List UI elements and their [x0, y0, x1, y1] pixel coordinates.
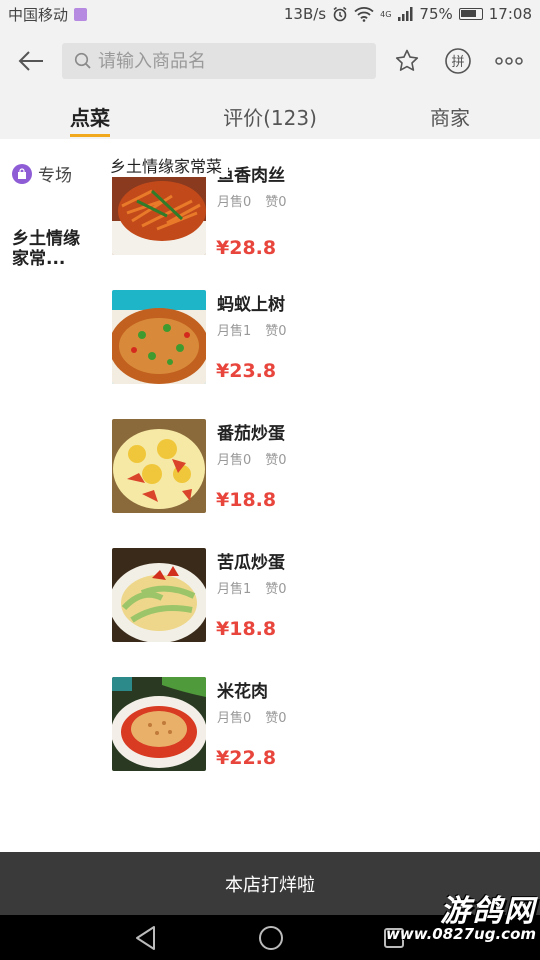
dish-photo [112, 290, 206, 384]
network-type: 4G [380, 9, 392, 19]
signal-icon [398, 7, 413, 21]
dish-item[interactable]: 蚂蚁上树 月售1 赞0 ¥23.8 [112, 290, 522, 384]
dish-monthly-sales: 月售1 [217, 582, 252, 597]
watermark-title: 游鸽网 [440, 894, 536, 929]
nav-home-button[interactable] [258, 925, 284, 955]
dish-monthly-sales: 月售0 [217, 453, 252, 468]
dish-name: 番茄炒蛋 [217, 424, 285, 444]
dish-monthly-sales: 月售0 [217, 195, 252, 210]
dish-photo [112, 419, 206, 513]
header: 拼 [0, 28, 540, 94]
category-sidebar: 专场 乡土情缘家常... [0, 139, 100, 852]
carrier-name: 中国移动 [8, 5, 69, 24]
wifi-icon [354, 7, 374, 22]
store-closed-label: 本店打烊啦 [225, 874, 315, 896]
status-right: 13B/s 4G 75% 17:08 [284, 5, 532, 23]
nav-back-button[interactable] [134, 925, 158, 955]
dish-likes: 赞0 [265, 453, 287, 468]
favorite-button[interactable] [385, 39, 429, 83]
network-speed: 13B/s [283, 5, 327, 23]
dish-stats: 月售0 赞0 [217, 449, 287, 468]
tab-merchant[interactable]: 商家 [360, 94, 540, 139]
tab-merchant-label: 商家 [430, 106, 470, 130]
sidebar-item-special-label: 专场 [38, 166, 72, 186]
tab-menu[interactable]: 点菜 [0, 94, 180, 139]
dish-price: ¥23.8 [216, 360, 277, 382]
dish-monthly-sales: 月售0 [217, 711, 252, 726]
battery-icon [458, 8, 483, 20]
star-icon [395, 49, 419, 71]
section-title: 乡土情缘家常菜 [110, 153, 229, 177]
dish-likes: 赞0 [265, 324, 287, 339]
dish-item[interactable]: 苦瓜炒蛋 月售1 赞0 ¥18.8 [112, 548, 522, 642]
search-icon [74, 52, 91, 69]
tab-reviews[interactable]: 评价(123) [180, 94, 360, 139]
dish-item[interactable]: 米花肉 月售0 赞0 ¥22.8 [112, 677, 522, 771]
dish-price: ¥18.8 [216, 489, 277, 511]
pin-tuan-icon: 拼 [445, 48, 471, 74]
search-box[interactable] [62, 43, 376, 79]
dish-stats: 月售1 赞0 [217, 320, 287, 339]
circle-home-icon [259, 926, 283, 950]
watermark-url: www.0827ug.com [386, 925, 536, 943]
sidebar-item-category[interactable]: 乡土情缘家常... [0, 186, 96, 269]
battery-percent: 75% [419, 5, 453, 23]
dish-price: ¥28.8 [216, 237, 277, 259]
notification-icon [74, 7, 88, 21]
dish-item[interactable]: 番茄炒蛋 月售0 赞0 ¥18.8 [112, 419, 522, 513]
dish-likes: 赞0 [265, 582, 287, 597]
dish-price: ¥22.8 [216, 747, 277, 769]
dish-stats: 月售1 赞0 [217, 578, 287, 597]
bag-icon [12, 163, 32, 184]
dish-stats: 月售0 赞0 [217, 707, 287, 726]
tab-active-indicator [70, 134, 110, 137]
dish-name: 蚂蚁上树 [217, 295, 285, 315]
tab-reviews-label: 评价(123) [223, 106, 317, 130]
dish-likes: 赞0 [265, 195, 287, 210]
search-input[interactable] [98, 50, 368, 72]
tab-bar: 点菜 评价(123) 商家 [0, 94, 540, 139]
sidebar-item-category-label: 乡土情缘家常... [12, 229, 80, 269]
svg-text:拼: 拼 [451, 55, 464, 70]
tab-menu-label: 点菜 [70, 106, 110, 130]
dish-name: 苦瓜炒蛋 [217, 553, 285, 573]
dish-likes: 赞0 [265, 711, 287, 726]
more-dots-icon [495, 57, 523, 65]
sidebar-item-special[interactable]: 专场 [0, 139, 100, 186]
status-bar: 中国移动 13B/s 4G 75% 17:08 [0, 0, 540, 28]
dish-photo [112, 677, 206, 771]
group-order-button[interactable]: 拼 [436, 39, 480, 83]
clock-time: 17:08 [488, 5, 532, 23]
triangle-back-icon [136, 926, 155, 950]
watermark: 游鸽网 www.0827ug.com [386, 897, 536, 942]
arrow-left-icon [18, 51, 43, 71]
dish-name: 米花肉 [217, 682, 268, 702]
more-button[interactable] [487, 39, 531, 83]
back-button[interactable] [0, 28, 62, 94]
dish-monthly-sales: 月售1 [217, 324, 252, 339]
dish-stats: 月售0 赞0 [217, 191, 287, 210]
dish-photo [112, 548, 206, 642]
alarm-icon [333, 6, 347, 22]
dish-price: ¥18.8 [216, 618, 277, 640]
